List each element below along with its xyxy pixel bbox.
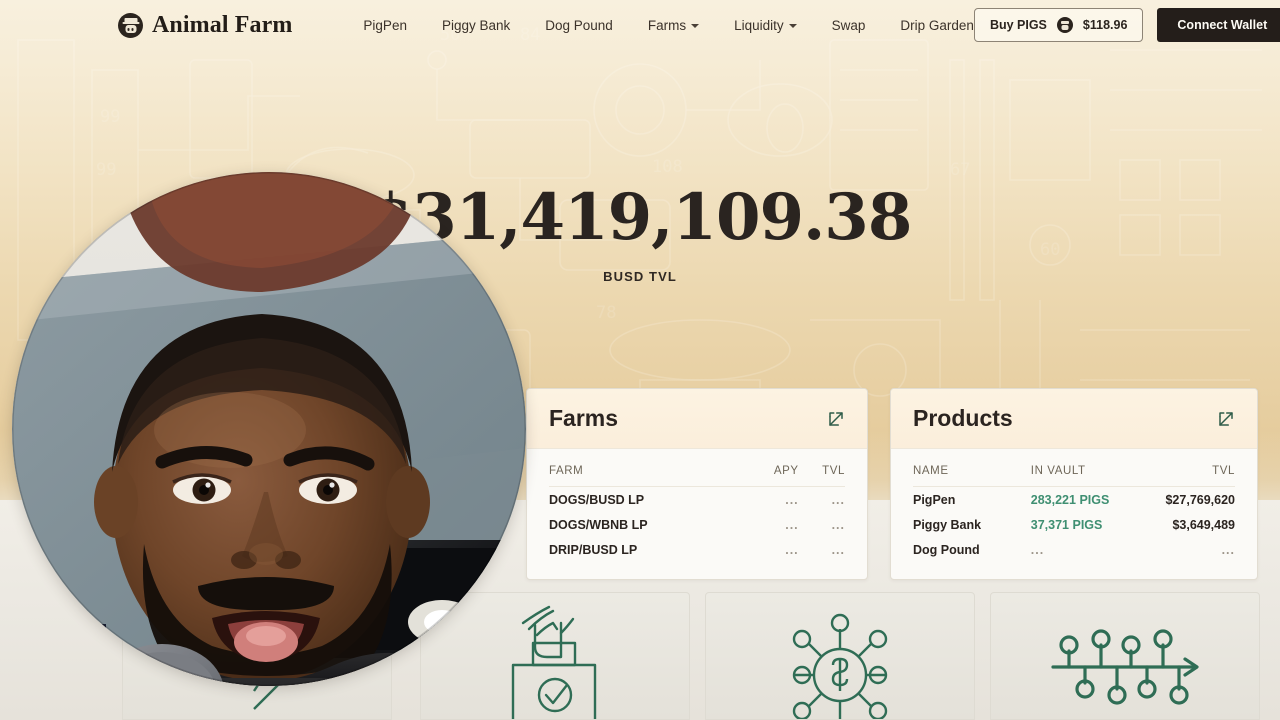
nav-item-pigpen[interactable]: PigPen bbox=[363, 18, 407, 33]
nav-item-dog-pound[interactable]: Dog Pound bbox=[545, 18, 613, 33]
column-header-tvl: TVL bbox=[822, 465, 845, 477]
product-tvl: $27,769,620 bbox=[1165, 492, 1235, 507]
products-table: NAME IN VAULT TVL PigPen 283,221 PIGS $2… bbox=[913, 449, 1235, 562]
dollar-network-node-icon bbox=[792, 613, 888, 719]
external-link-icon[interactable] bbox=[827, 410, 845, 428]
page-root: 99 50 84 99 108 117 108 78 60 67 Animal … bbox=[0, 0, 1280, 720]
table-row[interactable]: DRIP/BUSD LP ... ... bbox=[549, 537, 845, 562]
farm-tvl: ... bbox=[831, 542, 845, 557]
chevron-down-icon bbox=[788, 24, 797, 28]
product-in-vault: ... bbox=[1030, 542, 1045, 557]
products-table-header-row: NAME IN VAULT TVL bbox=[913, 449, 1235, 487]
farms-table: FARM APY TVL DOGS/BUSD LP ... ... DOGS/W… bbox=[549, 449, 845, 562]
column-header-apy: APY bbox=[773, 465, 799, 477]
column-header-in-vault: IN VAULT bbox=[1030, 465, 1086, 477]
farm-apy: ... bbox=[785, 542, 799, 557]
product-name: Dog Pound bbox=[913, 542, 980, 557]
farms-card: Farms FARM APY TVL DOGS/BUSD LP ... ... … bbox=[526, 388, 868, 580]
pigs-price: $118.96 bbox=[1082, 18, 1128, 32]
svg-text:67: 67 bbox=[950, 160, 970, 180]
products-card-title: Products bbox=[913, 405, 1013, 431]
farm-apy: ... bbox=[785, 492, 799, 507]
timeline-arrow-icon bbox=[1051, 629, 1199, 705]
nav-label: Drip Garden bbox=[900, 17, 974, 33]
farm-tvl: ... bbox=[831, 492, 845, 507]
main-navigation: PigPen Piggy Bank Dog Pound Farms Liquid… bbox=[363, 18, 974, 33]
ballot-box-vote-icon bbox=[511, 605, 597, 719]
farm-apy: ... bbox=[785, 517, 799, 532]
nav-item-swap[interactable]: Swap bbox=[832, 18, 866, 33]
chevron-down-icon bbox=[691, 24, 700, 28]
nav-label: PigPen bbox=[363, 17, 407, 33]
nav-label: Swap bbox=[831, 17, 866, 33]
table-row[interactable]: Piggy Bank 37,371 PIGS $3,649,489 bbox=[913, 512, 1235, 537]
farm-tvl: ... bbox=[831, 517, 845, 532]
product-name: Piggy Bank bbox=[913, 517, 982, 532]
feature-card-3[interactable] bbox=[705, 592, 975, 720]
brand-name: Animal Farm bbox=[152, 11, 293, 38]
product-in-vault: 283,221 PIGS bbox=[1030, 492, 1110, 507]
farms-card-title: Farms bbox=[549, 405, 619, 431]
buy-pigs-label: Buy PIGS bbox=[989, 18, 1047, 32]
pigs-coin-icon bbox=[1056, 17, 1073, 33]
webcam-overlay bbox=[12, 172, 526, 686]
nav-item-piggy-bank[interactable]: Piggy Bank bbox=[442, 18, 510, 33]
feature-card-2[interactable] bbox=[420, 592, 690, 720]
header-actions: Buy PIGS $118.96 Connect Wallet bbox=[973, 8, 1280, 42]
table-row[interactable]: DOGS/BUSD LP ... ... bbox=[549, 487, 845, 513]
products-card-header: Products bbox=[891, 389, 1257, 449]
buy-pigs-button[interactable]: Buy PIGS $118.96 bbox=[973, 8, 1144, 42]
column-header-farm: FARM bbox=[549, 465, 584, 477]
product-name: PigPen bbox=[913, 492, 956, 507]
farms-card-header: Farms bbox=[527, 389, 867, 449]
connect-wallet-button[interactable]: Connect Wallet bbox=[1157, 8, 1280, 42]
svg-text:99: 99 bbox=[100, 107, 120, 127]
nav-label: Piggy Bank bbox=[441, 17, 511, 33]
farms-table-wrapper: FARM APY TVL DOGS/BUSD LP ... ... DOGS/W… bbox=[527, 449, 867, 576]
external-link-icon[interactable] bbox=[1217, 410, 1235, 428]
table-row[interactable]: PigPen 283,221 PIGS $27,769,620 bbox=[913, 487, 1235, 513]
site-header: Animal Farm PigPen Piggy Bank Dog Pound … bbox=[0, 0, 1280, 50]
product-tvl: $3,649,489 bbox=[1172, 517, 1235, 532]
svg-text:78: 78 bbox=[596, 303, 616, 323]
farm-name: DOGS/BUSD LP bbox=[549, 492, 645, 507]
nav-item-liquidity[interactable]: Liquidity bbox=[734, 18, 797, 33]
webcam-video-frame bbox=[12, 172, 526, 686]
products-table-wrapper: NAME IN VAULT TVL PigPen 283,221 PIGS $2… bbox=[891, 449, 1257, 576]
nav-item-drip-garden[interactable]: Drip Garden bbox=[900, 18, 974, 33]
column-header-tvl: TVL bbox=[1212, 465, 1235, 477]
farm-name: DRIP/BUSD LP bbox=[549, 542, 638, 557]
nav-label: Dog Pound bbox=[545, 17, 613, 33]
pig-in-hat-logo-icon bbox=[118, 12, 143, 38]
feature-card-4[interactable] bbox=[990, 592, 1260, 720]
products-card: Products NAME IN VAULT TVL PigPen 283,22 bbox=[890, 388, 1258, 580]
nav-label: Liquidity bbox=[734, 17, 784, 33]
svg-text:99: 99 bbox=[96, 160, 116, 180]
product-tvl: ... bbox=[1221, 542, 1235, 557]
table-row[interactable]: DOGS/WBNB LP ... ... bbox=[549, 512, 845, 537]
brand-logo[interactable]: Animal Farm bbox=[118, 12, 292, 39]
product-in-vault: 37,371 PIGS bbox=[1030, 517, 1103, 532]
farms-table-header-row: FARM APY TVL bbox=[549, 449, 845, 487]
column-header-name: NAME bbox=[913, 465, 949, 477]
svg-text:108: 108 bbox=[652, 157, 683, 177]
table-row[interactable]: Dog Pound ... ... bbox=[913, 537, 1235, 562]
nav-item-farms[interactable]: Farms bbox=[647, 17, 700, 33]
farm-name: DOGS/WBNB LP bbox=[549, 517, 648, 532]
nav-label: Farms bbox=[647, 17, 687, 33]
